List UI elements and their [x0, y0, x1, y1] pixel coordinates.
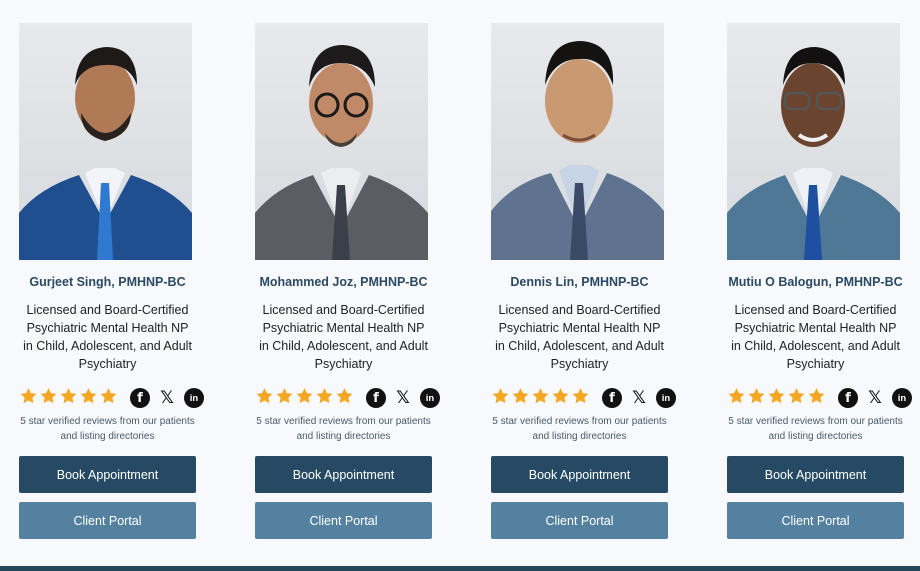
social-links: f 𝕏 in — [838, 388, 912, 408]
book-appointment-button[interactable]: Book Appointment — [255, 456, 432, 493]
social-links: f 𝕏 in — [366, 388, 440, 408]
star-icon — [808, 388, 825, 404]
provider-description: Licensed and Board-Certified Psychiatric… — [259, 303, 428, 371]
star-icon — [100, 388, 117, 404]
book-appointment-button[interactable]: Book Appointment — [491, 456, 668, 493]
client-portal-button[interactable]: Client Portal — [491, 502, 668, 539]
star-icon — [40, 388, 57, 404]
x-icon[interactable]: 𝕏 — [393, 388, 413, 408]
star-rating — [19, 387, 118, 405]
provider-card: Mutiu O Balogun, PMHNP-BC Licensed and B… — [727, 23, 912, 539]
star-icon — [296, 388, 313, 404]
client-portal-button[interactable]: Client Portal — [255, 502, 432, 539]
reviews-note: 5 star verified reviews from our patient… — [728, 416, 903, 442]
star-icon — [748, 388, 765, 404]
star-icon — [316, 388, 333, 404]
footer-bar — [0, 566, 920, 571]
star-icon — [256, 388, 273, 404]
provider-photo — [255, 23, 428, 260]
rating-and-social: f 𝕏 in — [19, 386, 204, 408]
star-icon — [512, 388, 529, 404]
rating-and-social: f 𝕏 in — [491, 386, 676, 408]
provider-photo — [727, 23, 900, 260]
social-links: f 𝕏 in — [602, 388, 676, 408]
rating-and-social: f 𝕏 in — [255, 386, 440, 408]
x-icon[interactable]: 𝕏 — [157, 388, 177, 408]
book-appointment-button[interactable]: Book Appointment — [19, 456, 196, 493]
client-portal-button[interactable]: Client Portal — [727, 502, 904, 539]
star-icon — [276, 388, 293, 404]
client-portal-button[interactable]: Client Portal — [19, 502, 196, 539]
star-icon — [728, 388, 745, 404]
facebook-icon[interactable]: f — [130, 388, 150, 408]
provider-name: Dennis Lin, PMHNP-BC — [510, 275, 649, 289]
reviews-note: 5 star verified reviews from our patient… — [492, 416, 667, 442]
star-icon — [20, 388, 37, 404]
provider-name: Mohammed Joz, PMHNP-BC — [259, 275, 428, 289]
provider-name: Mutiu O Balogun, PMHNP-BC — [728, 275, 903, 289]
linkedin-icon[interactable]: in — [656, 388, 676, 408]
star-icon — [552, 388, 569, 404]
reviews-note: 5 star verified reviews from our patient… — [20, 416, 195, 442]
star-rating — [255, 387, 354, 405]
star-icon — [572, 388, 589, 404]
star-icon — [60, 388, 77, 404]
provider-name: Gurjeet Singh, PMHNP-BC — [29, 275, 186, 289]
facebook-icon[interactable]: f — [602, 388, 622, 408]
star-icon — [788, 388, 805, 404]
star-icon — [768, 388, 785, 404]
linkedin-icon[interactable]: in — [892, 388, 912, 408]
x-icon[interactable]: 𝕏 — [629, 388, 649, 408]
provider-card: Dennis Lin, PMHNP-BC Licensed and Board-… — [491, 23, 676, 539]
provider-description: Licensed and Board-Certified Psychiatric… — [495, 303, 664, 371]
star-icon — [336, 388, 353, 404]
social-links: f 𝕏 in — [130, 388, 204, 408]
linkedin-icon[interactable]: in — [184, 388, 204, 408]
provider-description: Licensed and Board-Certified Psychiatric… — [23, 303, 192, 371]
star-icon — [492, 388, 509, 404]
provider-photo — [491, 23, 664, 260]
star-rating — [727, 387, 826, 405]
provider-card: Gurjeet Singh, PMHNP-BC Licensed and Boa… — [19, 23, 204, 539]
facebook-icon[interactable]: f — [838, 388, 858, 408]
provider-card: Mohammed Joz, PMHNP-BC Licensed and Boar… — [255, 23, 440, 539]
facebook-icon[interactable]: f — [366, 388, 386, 408]
linkedin-icon[interactable]: in — [420, 388, 440, 408]
rating-and-social: f 𝕏 in — [727, 386, 912, 408]
provider-photo — [19, 23, 192, 260]
reviews-note: 5 star verified reviews from our patient… — [256, 416, 431, 442]
x-icon[interactable]: 𝕏 — [865, 388, 885, 408]
provider-description: Licensed and Board-Certified Psychiatric… — [731, 303, 900, 371]
star-icon — [80, 388, 97, 404]
book-appointment-button[interactable]: Book Appointment — [727, 456, 904, 493]
star-icon — [532, 388, 549, 404]
star-rating — [491, 387, 590, 405]
